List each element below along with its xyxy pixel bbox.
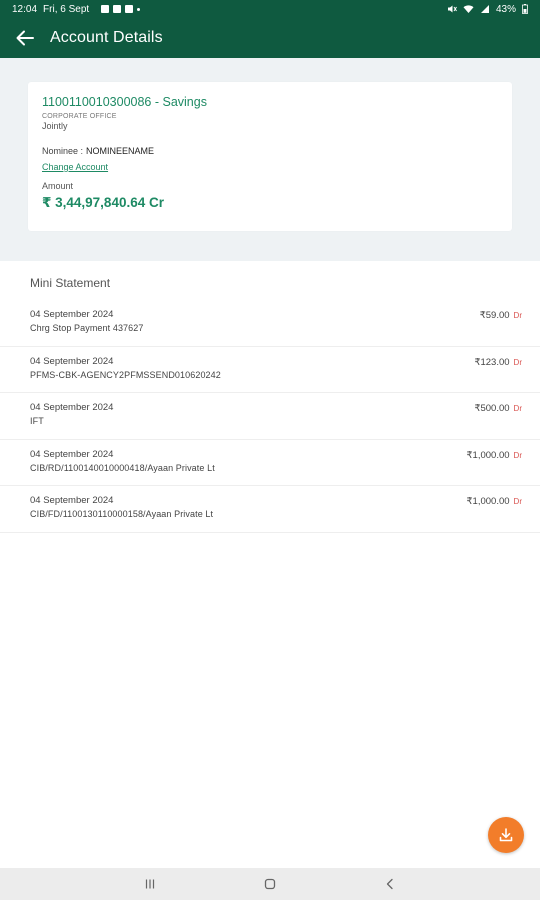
mini-statement-title: Mini Statement bbox=[30, 276, 111, 290]
statement-type-badge: Dr bbox=[513, 311, 522, 320]
status-time: 12:04 bbox=[12, 3, 38, 15]
statement-row[interactable]: 04 September 2024 CIB/RD/110014001000041… bbox=[0, 440, 540, 486]
statement-row[interactable]: 04 September 2024 PFMS-CBK-AGENCY2PFMSSE… bbox=[0, 347, 540, 393]
nominee-row: Nominee : NOMINEENAME bbox=[42, 146, 498, 156]
back-button[interactable] bbox=[0, 18, 50, 58]
statement-amount-value: ₹1,000.00 bbox=[466, 496, 510, 507]
statement-date: 04 September 2024 bbox=[30, 495, 114, 506]
nav-back-button[interactable] bbox=[378, 872, 402, 896]
statement-amount-value: ₹59.00 bbox=[479, 310, 510, 321]
statement-date: 04 September 2024 bbox=[30, 402, 114, 413]
statement-amount: ₹1,000.00 Dr bbox=[467, 496, 522, 507]
branch-name: CORPORATE OFFICE bbox=[42, 113, 117, 120]
status-bar: 12:04 Fri, 6 Sept 43% bbox=[0, 0, 540, 18]
notification-icon bbox=[101, 5, 110, 13]
statement-type-badge: Dr bbox=[513, 497, 522, 506]
amount-value: ₹ 3,44,97,840.64 Cr bbox=[42, 195, 164, 210]
more-notifications-icon bbox=[137, 8, 141, 11]
arrow-back-icon bbox=[16, 30, 34, 46]
wifi-icon bbox=[463, 5, 474, 13]
account-card: 1100110010300086 - Savings CORPORATE OFF… bbox=[28, 82, 512, 231]
statement-type-badge: Dr bbox=[513, 357, 522, 367]
system-nav-bar bbox=[0, 868, 540, 900]
statement-amount: ₹59.00 Dr bbox=[480, 310, 522, 321]
notification-icon bbox=[125, 5, 134, 13]
account-number-title: 1100110010300086 - Savings bbox=[42, 95, 207, 109]
statement-type-badge: Dr bbox=[513, 404, 522, 413]
download-statement-button[interactable] bbox=[488, 817, 524, 853]
statement-row[interactable]: 04 September 2024 Chrg Stop Payment 4376… bbox=[0, 300, 540, 347]
status-left: 12:04 Fri, 6 Sept bbox=[12, 3, 141, 15]
recents-button[interactable] bbox=[138, 872, 162, 896]
notification-icon bbox=[113, 5, 122, 13]
notification-icons bbox=[101, 5, 141, 13]
nominee-label: Nominee : bbox=[42, 146, 84, 156]
statement-description: IFT bbox=[30, 416, 44, 426]
amount-label: Amount bbox=[42, 181, 74, 191]
statement-date: 04 September 2024 bbox=[30, 448, 114, 460]
statement-amount: ₹500.00 Dr bbox=[474, 403, 522, 414]
back-icon bbox=[386, 878, 393, 890]
battery-icon bbox=[522, 4, 528, 14]
statement-row[interactable]: 04 September 2024 CIB/FD/110013011000015… bbox=[0, 486, 540, 533]
statement-row[interactable]: 04 September 2024 IFT ₹500.00 Dr bbox=[0, 393, 540, 440]
statement-amount-value: ₹1,000.00 bbox=[466, 449, 510, 461]
download-icon bbox=[499, 828, 513, 842]
statement-description: Chrg Stop Payment 437627 bbox=[30, 323, 144, 333]
home-button[interactable] bbox=[258, 872, 282, 896]
statement-amount: ₹123.00 Dr bbox=[474, 357, 522, 368]
home-icon bbox=[264, 878, 276, 890]
statement-amount-value: ₹123.00 bbox=[474, 356, 510, 368]
status-date: Fri, 6 Sept bbox=[43, 3, 90, 15]
nominee-value: NOMINEENAME bbox=[86, 146, 155, 156]
operation-mode: Jointly bbox=[42, 121, 68, 131]
statement-description: CIB/RD/1100140010000418/Ayaan Private Lt bbox=[30, 462, 215, 473]
statement-date: 04 September 2024 bbox=[30, 309, 114, 320]
status-right: 43% bbox=[447, 4, 528, 15]
page-title: Account Details bbox=[50, 29, 163, 46]
signal-icon bbox=[480, 5, 489, 13]
statement-date: 04 September 2024 bbox=[30, 355, 114, 367]
statement-description: CIB/FD/1100130110000158/Ayaan Private Lt bbox=[30, 509, 214, 519]
statement-description: PFMS-CBK-AGENCY2PFMSSEND010620242 bbox=[30, 369, 221, 380]
statement-type-badge: Dr bbox=[513, 450, 522, 460]
statement-amount-value: ₹500.00 bbox=[474, 403, 510, 414]
mute-icon bbox=[447, 5, 457, 13]
change-account-link[interactable]: Change Account bbox=[42, 162, 108, 172]
app-bar: Account Details bbox=[0, 18, 540, 58]
mini-statement-list: 04 September 2024 Chrg Stop Payment 4376… bbox=[0, 300, 540, 533]
battery-level: 43% bbox=[495, 3, 516, 15]
statement-amount: ₹1,000.00 Dr bbox=[467, 450, 522, 461]
recents-icon bbox=[145, 879, 155, 889]
